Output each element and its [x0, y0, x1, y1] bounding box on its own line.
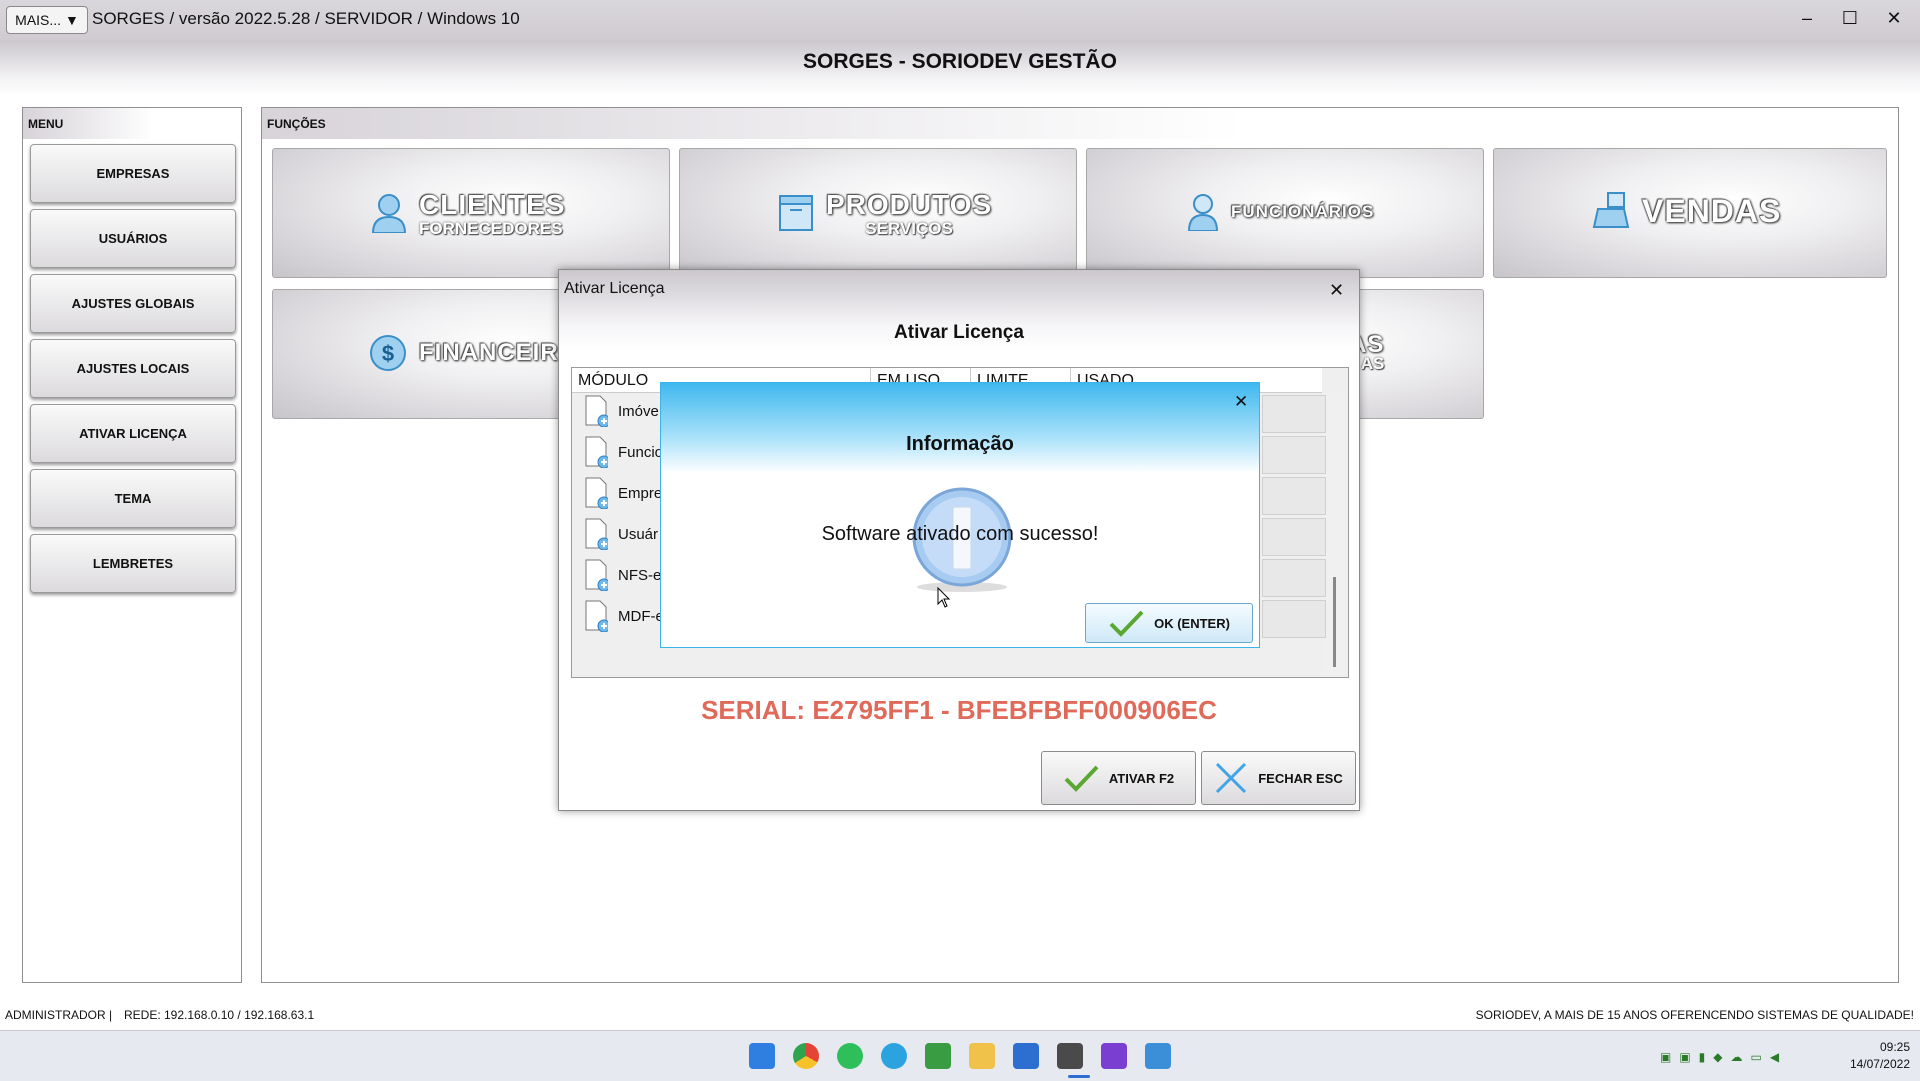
- minimize-button[interactable]: –: [1790, 8, 1824, 29]
- status-user: ADMINISTRADOR |: [5, 1008, 113, 1022]
- register-icon: [1592, 192, 1630, 228]
- document-add-icon: [585, 436, 608, 468]
- license-dialog-title: Ativar Licença: [564, 280, 665, 297]
- status-network: REDE: 192.168.0.10 / 192.168.63.1: [124, 1008, 315, 1022]
- employee-icon: [1187, 194, 1219, 231]
- mais-dropdown-button[interactable]: MAIS... ▼: [6, 6, 88, 34]
- info-message: Software ativado com sucesso!: [821, 523, 1099, 545]
- active-app-indicator: [1068, 1075, 1090, 1078]
- document-add-icon: [585, 600, 608, 632]
- tile-produtos-sublabel: SERVIÇOS: [865, 219, 953, 238]
- ok-button-label: OK (ENTER): [1154, 615, 1230, 631]
- tile-produtos-label: PRODUTOS: [826, 189, 993, 220]
- tile-funcionarios[interactable]: FUNCIONÁRIOS: [1086, 148, 1484, 278]
- menu-item-empresas[interactable]: EMPRESAS: [30, 144, 236, 203]
- menu-item-lembretes[interactable]: LEMBRETES: [30, 534, 236, 593]
- tile-clientes-sublabel: FORNECEDORES: [419, 219, 563, 238]
- ok-button[interactable]: OK (ENTER): [1085, 603, 1253, 643]
- media-icon[interactable]: [1101, 1043, 1127, 1069]
- close-dialog-button[interactable]: FECHAR ESC: [1201, 751, 1356, 805]
- clock-time[interactable]: 09:25: [1838, 1040, 1910, 1054]
- tile-clientes-label: CLIENTES: [419, 189, 566, 220]
- col-modulo: MÓDULO: [578, 372, 649, 389]
- folder-icon[interactable]: [969, 1043, 995, 1069]
- telegram-icon[interactable]: [881, 1043, 907, 1069]
- window-title: SORGES / versão 2022.5.28 / SERVIDOR / W…: [92, 9, 520, 28]
- functions-heading: FUNÇÕES: [262, 108, 1898, 139]
- info-dialog-header: [661, 383, 1259, 473]
- tile-vendas-label: VENDAS: [1642, 192, 1782, 229]
- menu-item-ajustes-globais[interactable]: AJUSTES GLOBAIS: [30, 274, 236, 333]
- row-module-name: Empre: [618, 485, 663, 502]
- start-icon[interactable]: [749, 1043, 775, 1069]
- tile-funcionarios-label: FUNCIONÁRIOS: [1231, 202, 1375, 221]
- taskbar: [0, 1030, 1920, 1081]
- tile-clientes[interactable]: CLIENTES FORNECEDORES: [272, 148, 670, 278]
- dollar-icon: $: [370, 335, 406, 371]
- status-slogan: SORIODEV, A MAIS DE 15 ANOS OFERENCENDO …: [1475, 1008, 1914, 1022]
- notepad-icon[interactable]: [1013, 1043, 1039, 1069]
- spreadsheet-icon[interactable]: [925, 1043, 951, 1069]
- app-title: SORGES - SORIODEV GESTÃO: [803, 50, 1117, 73]
- menu-item-usuarios[interactable]: USUÁRIOS: [30, 209, 236, 268]
- close-dialog-button-label: FECHAR ESC: [1258, 770, 1343, 786]
- info-dialog: ✕ Informação Software ativado com sucess…: [660, 382, 1260, 648]
- menu-heading: MENU: [23, 108, 241, 139]
- chrome-icon[interactable]: [793, 1043, 819, 1069]
- sorges-app-icon[interactable]: [1057, 1043, 1083, 1069]
- row-module-name: Usuár: [618, 526, 659, 543]
- document-add-icon: [585, 477, 608, 509]
- menu-item-ajustes-locais[interactable]: AJUSTES LOCAIS: [30, 339, 236, 398]
- row-module-name: Funcio: [618, 444, 664, 461]
- module-table-scrollbar[interactable]: [1324, 392, 1346, 676]
- tile-hidden-sublabel: AS: [1360, 354, 1385, 373]
- close-window-button[interactable]: ✕: [1877, 8, 1911, 29]
- serial-label: SERIAL: E2795FF1 - BFEBFBFF000906EC: [701, 695, 1217, 725]
- check-icon: [1064, 765, 1099, 792]
- check-icon: [1109, 610, 1144, 637]
- activate-button-label: ATIVAR F2: [1108, 770, 1175, 786]
- tile-vendas[interactable]: VENDAS: [1493, 148, 1887, 278]
- tile-financeiro-label: FINANCEIRO: [419, 339, 579, 366]
- person-icon: [371, 194, 407, 233]
- document-add-icon: [585, 559, 608, 591]
- clock-date[interactable]: 14/07/2022: [1838, 1057, 1910, 1071]
- row-module-name: NFS-e: [618, 567, 662, 584]
- svg-text:$: $: [382, 341, 394, 366]
- menu-item-ativar-licenca[interactable]: ATIVAR LICENÇA: [30, 404, 236, 463]
- menu-item-tema[interactable]: TEMA: [30, 469, 236, 528]
- license-dialog-heading: Ativar Licença: [894, 322, 1024, 343]
- license-dialog-close-button[interactable]: ✕: [1329, 280, 1344, 301]
- box-icon: [779, 195, 813, 231]
- window-app-icon[interactable]: [1145, 1043, 1171, 1069]
- x-icon: [1216, 762, 1247, 794]
- whatsapp-icon[interactable]: [837, 1043, 863, 1069]
- document-add-icon: [585, 518, 608, 550]
- row-module-name: Imóve: [618, 403, 659, 420]
- activate-button[interactable]: ATIVAR F2: [1041, 751, 1196, 805]
- row-module-name: MDF-e: [618, 608, 664, 625]
- mouse-cursor-icon: [937, 587, 951, 608]
- info-dialog-close-button[interactable]: ✕: [1234, 392, 1248, 412]
- document-add-icon: [585, 395, 608, 427]
- info-dialog-title: Informação: [906, 433, 1014, 455]
- tray-icons[interactable]: ▣▣▮◆☁▭◀: [1660, 1050, 1800, 1066]
- maximize-button[interactable]: ☐: [1833, 8, 1867, 29]
- tile-produtos[interactable]: PRODUTOS SERVIÇOS: [679, 148, 1077, 278]
- menu-panel: MENU EMPRESAS USUÁRIOS AJUSTES GLOBAIS A…: [22, 107, 242, 983]
